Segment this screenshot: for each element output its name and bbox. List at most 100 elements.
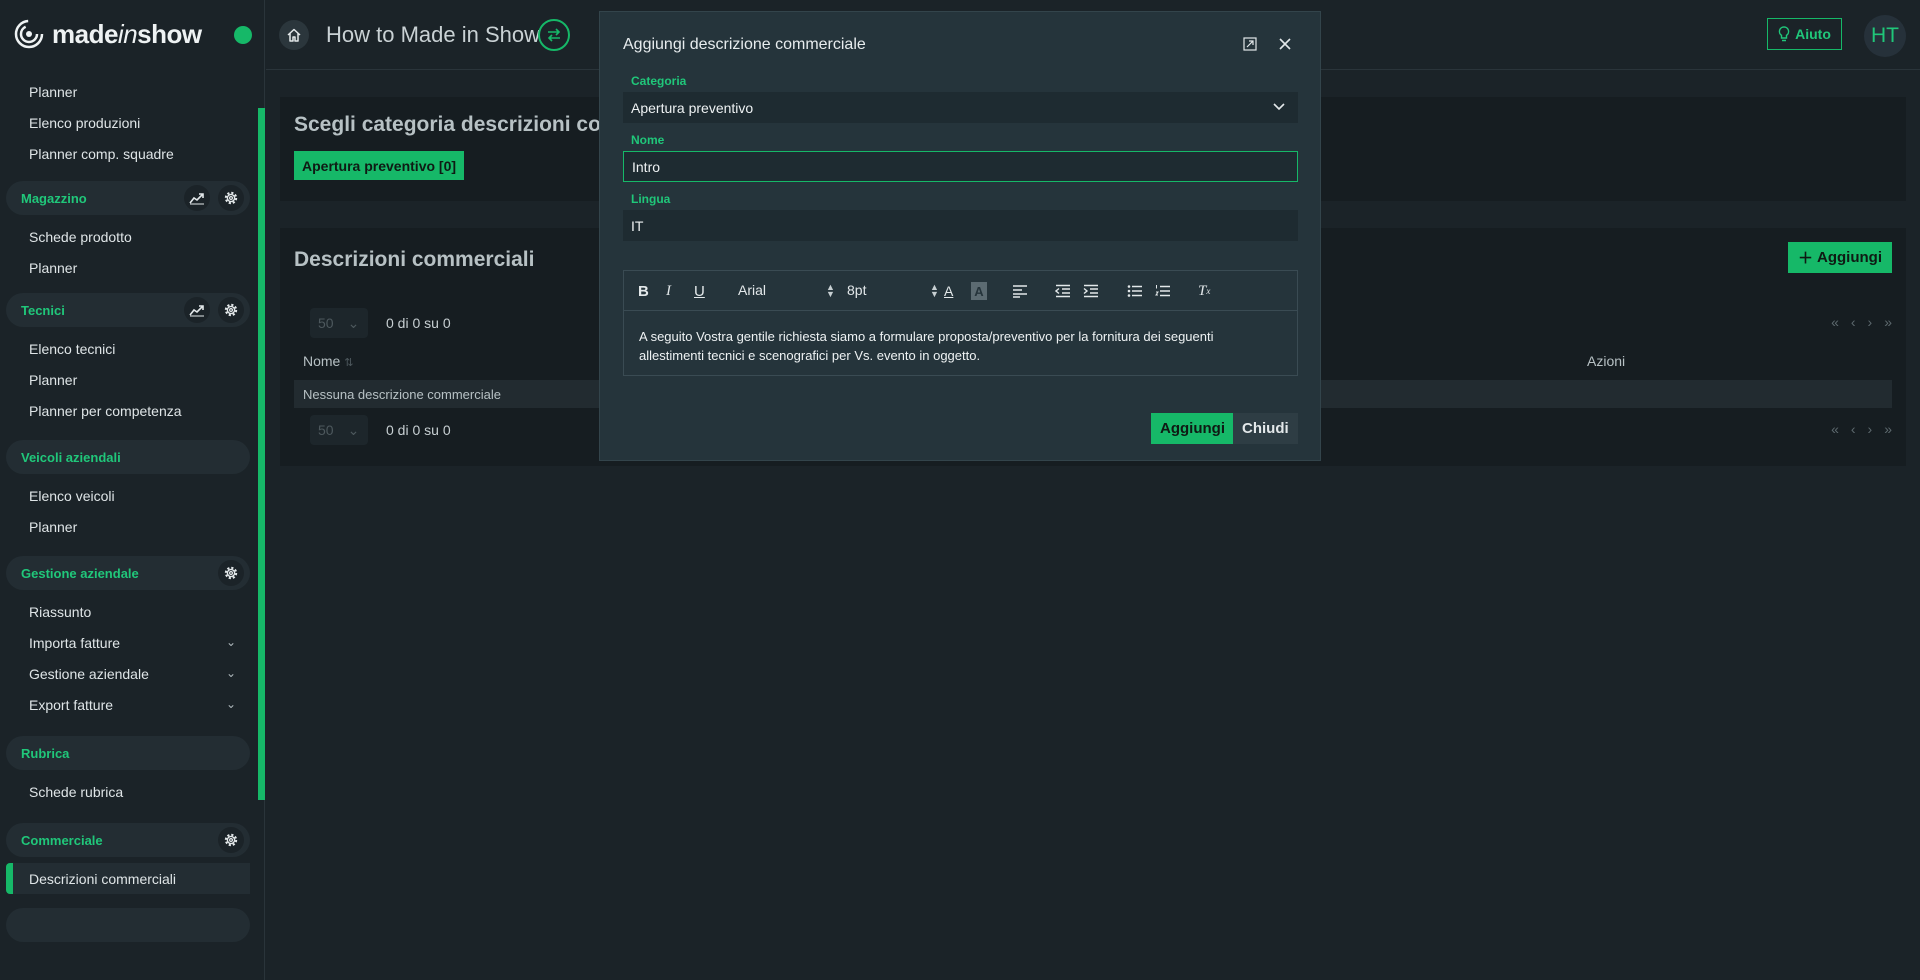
indent-icon[interactable]: [1083, 282, 1099, 300]
name-label: Nome: [631, 133, 665, 147]
sidebar-item-elenco-tecnici[interactable]: Elenco tecnici: [0, 333, 258, 364]
modal-title: Aggiungi descrizione commerciale: [623, 36, 866, 53]
rich-text-editor[interactable]: B I U Arial ▲ ▼ 8pt ▲ ▼ A A Tx A seguito Vos…: [623, 270, 1298, 376]
sidebar-item-riassunto[interactable]: Riassunto: [0, 596, 258, 627]
chart-icon[interactable]: [184, 185, 210, 211]
page-title: How to Made in Show: [326, 22, 540, 47]
sidebar: madeinshow Planner Elenco produzioni Pla…: [0, 0, 265, 980]
modal-close-button[interactable]: Chiudi: [1233, 413, 1298, 444]
section-veicoli[interactable]: Veicoli aziendali: [6, 440, 250, 474]
switch-workspace-button[interactable]: [538, 19, 570, 51]
sidebar-item-export-fatture[interactable]: Export fatture ⌄: [0, 689, 258, 720]
pager-top: 50 ⌄ 0 di 0 su 0: [310, 308, 451, 338]
section-magazzino[interactable]: Magazzino: [6, 181, 250, 215]
next-page-icon[interactable]: ›: [1868, 421, 1873, 437]
text-color-icon[interactable]: A: [944, 282, 953, 300]
align-left-icon[interactable]: [1012, 282, 1028, 300]
sidebar-item-schede-rubrica[interactable]: Schede rubrica: [0, 776, 258, 807]
home-icon: [287, 28, 301, 42]
chevron-down-icon: ⌄: [225, 635, 236, 649]
section-tecnici[interactable]: Tecnici: [6, 293, 250, 327]
sidebar-item-tecnici-planner[interactable]: Planner: [0, 364, 258, 395]
numbered-list-icon[interactable]: [1155, 282, 1171, 300]
gear-icon[interactable]: [218, 297, 244, 323]
font-size-select[interactable]: 8pt ▲ ▼: [847, 282, 939, 299]
prev-page-icon[interactable]: ‹: [1851, 421, 1856, 437]
plus-icon: ＋: [1798, 250, 1814, 267]
category-chip[interactable]: Apertura preventivo [0]: [294, 151, 465, 180]
sidebar-item-descrizioni-commerciali[interactable]: Descrizioni commerciali: [6, 863, 250, 894]
user-avatar[interactable]: HT: [1864, 15, 1906, 57]
prev-page-icon[interactable]: ‹: [1851, 314, 1856, 330]
gear-icon[interactable]: [218, 560, 244, 586]
outdent-icon[interactable]: [1055, 282, 1071, 300]
chevron-down-icon: ⌄: [225, 666, 236, 680]
section-gestione-aziendale[interactable]: Gestione aziendale: [6, 556, 250, 590]
column-name[interactable]: Nome ⇅: [303, 353, 353, 369]
underline-icon[interactable]: U: [694, 282, 705, 300]
first-page-icon[interactable]: «: [1831, 421, 1839, 437]
status-indicator: [234, 26, 252, 44]
sidebar-item-schede-prodotto[interactable]: Schede prodotto: [0, 221, 258, 252]
list-card-title: Descrizioni commerciali: [294, 248, 535, 271]
category-label: Categoria: [631, 74, 687, 88]
maximize-icon[interactable]: [1240, 34, 1260, 54]
chevron-down-icon: ⌄: [347, 314, 360, 331]
sidebar-nav: Planner Elenco produzioni Planner comp. …: [0, 76, 258, 948]
add-description-modal: Aggiungi descrizione commerciale Categor…: [599, 11, 1321, 461]
home-button[interactable]: [279, 20, 309, 50]
sidebar-item-elenco-veicoli[interactable]: Elenco veicoli: [0, 480, 258, 511]
sidebar-item-planner[interactable]: Planner: [0, 76, 258, 107]
font-family-select[interactable]: Arial ▲ ▼: [738, 282, 838, 299]
clear-format-icon[interactable]: Tx: [1198, 282, 1210, 300]
bullet-list-icon[interactable]: [1127, 282, 1143, 300]
category-select[interactable]: Apertura preventivo: [623, 92, 1298, 123]
swap-icon: [547, 28, 561, 42]
column-actions: Azioni: [1587, 353, 1626, 369]
lightbulb-icon: [1778, 26, 1790, 42]
last-page-icon[interactable]: »: [1884, 421, 1892, 437]
chevron-down-icon: ⌄: [225, 697, 236, 711]
page-size-select[interactable]: 50 ⌄: [310, 308, 368, 338]
editor-toolbar: B I U Arial ▲ ▼ 8pt ▲ ▼ A A Tx: [624, 271, 1297, 311]
brand-name: madeinshow: [52, 18, 202, 49]
brand-logo[interactable]: madeinshow: [14, 18, 202, 50]
sort-icon: ⇅: [344, 357, 354, 369]
section-rubrica[interactable]: Rubrica: [6, 736, 250, 770]
sidebar-item-magazzino-planner[interactable]: Planner: [0, 252, 258, 283]
highlight-color-icon[interactable]: A: [971, 282, 987, 300]
page-info: 0 di 0 su 0: [386, 315, 451, 331]
section-commerciale[interactable]: Commerciale: [6, 823, 250, 857]
gear-icon[interactable]: [218, 827, 244, 853]
section-next[interactable]: [6, 908, 250, 942]
sidebar-item-elenco-produzioni[interactable]: Elenco produzioni: [0, 107, 258, 138]
sidebar-item-importa-fatture[interactable]: Importa fatture ⌄: [0, 627, 258, 658]
last-page-icon[interactable]: »: [1884, 314, 1892, 330]
logo-icon: [14, 19, 44, 49]
chart-icon[interactable]: [184, 297, 210, 323]
pager-bottom: 50 ⌄ 0 di 0 su 0: [310, 415, 451, 445]
sidebar-item-planner-comp-squadre[interactable]: Planner comp. squadre: [0, 138, 258, 169]
next-page-icon[interactable]: ›: [1868, 314, 1873, 330]
help-button[interactable]: Aiuto: [1767, 18, 1842, 50]
chevron-down-icon: ⌄: [347, 421, 360, 438]
sidebar-item-veicoli-planner[interactable]: Planner: [0, 511, 258, 542]
sidebar-scrollbar[interactable]: [258, 108, 265, 800]
add-description-button[interactable]: ＋ Aggiungi: [1788, 242, 1892, 273]
sidebar-item-planner-competenza[interactable]: Planner per competenza: [0, 395, 258, 426]
sidebar-item-gestione-aziendale[interactable]: Gestione aziendale ⌄: [0, 658, 258, 689]
first-page-icon[interactable]: «: [1831, 314, 1839, 330]
close-icon[interactable]: [1275, 34, 1295, 54]
bold-icon[interactable]: B: [638, 282, 649, 300]
name-input[interactable]: Intro: [623, 151, 1298, 182]
language-input[interactable]: IT: [623, 210, 1298, 241]
language-label: Lingua: [631, 192, 671, 206]
modal-add-button[interactable]: Aggiungi: [1151, 413, 1234, 444]
page-info: 0 di 0 su 0: [386, 422, 451, 438]
editor-content[interactable]: A seguito Vostra gentile richiesta siamo…: [639, 327, 1279, 365]
italic-icon[interactable]: I: [666, 282, 671, 300]
page-size-select[interactable]: 50 ⌄: [310, 415, 368, 445]
chevron-down-icon: [1273, 103, 1285, 111]
pager-nav-top: « ‹ › »: [1831, 314, 1892, 330]
gear-icon[interactable]: [218, 185, 244, 211]
